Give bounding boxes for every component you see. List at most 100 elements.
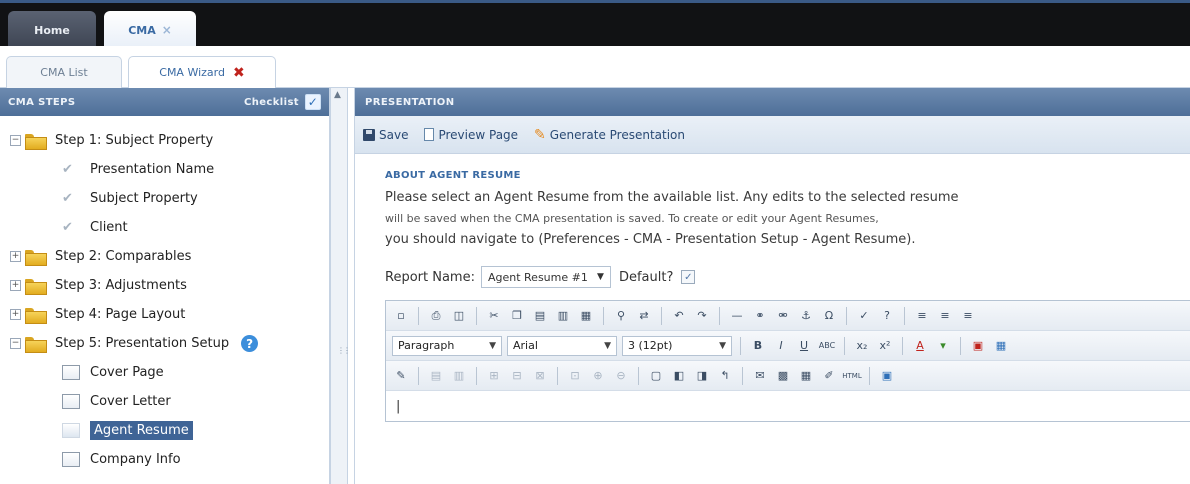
magic-wand-icon: ✎ <box>534 126 546 143</box>
insert-row-icon[interactable]: ⊞ <box>485 367 503 385</box>
collapse-icon[interactable]: − <box>10 338 21 349</box>
strikethrough-icon[interactable]: ABC <box>818 337 836 355</box>
split-cells-icon[interactable]: ⊡ <box>566 367 584 385</box>
font-size-value: 3 (12pt) <box>628 339 673 352</box>
toolbar-separator <box>844 336 845 355</box>
tree-label: Subject Property <box>90 191 198 206</box>
tab-cma-wizard[interactable]: CMA Wizard ✖ <box>128 56 276 88</box>
bold-icon[interactable]: B <box>749 337 767 355</box>
cut-icon[interactable]: ✂ <box>485 307 503 325</box>
save-button[interactable]: Save <box>363 128 408 142</box>
html-source-icon[interactable]: HTML <box>842 367 861 385</box>
date-icon[interactable]: ▦ <box>797 367 815 385</box>
report-name-label: Report Name: <box>385 269 475 285</box>
tab-cma-label: CMA <box>128 23 156 37</box>
help-icon[interactable]: ? <box>241 335 259 352</box>
tree-company-info[interactable]: Company Info <box>0 445 329 474</box>
fullscreen-icon[interactable]: ▣ <box>878 367 896 385</box>
tree-client[interactable]: ✔ Client <box>0 213 329 242</box>
edit-icon[interactable]: ✎ <box>392 367 410 385</box>
anchor-icon[interactable]: ⚓ <box>797 307 815 325</box>
left-panel-scrollbar[interactable]: ▲ ⋮⋮ <box>330 88 351 484</box>
expand-icon[interactable]: + <box>10 251 21 262</box>
horizontal-rule-icon[interactable]: — <box>728 307 746 325</box>
checklist-button[interactable]: Checklist ✓ <box>244 94 321 110</box>
italic-icon[interactable]: I <box>772 337 790 355</box>
default-label: Default? <box>618 269 674 285</box>
replace-icon[interactable]: ⇄ <box>635 307 653 325</box>
unlink-icon[interactable]: ⚮ <box>774 307 792 325</box>
media-icon[interactable]: ▩ <box>774 367 792 385</box>
tree-label: Step 4: Page Layout <box>55 307 186 322</box>
preview-icon[interactable]: ◫ <box>450 307 468 325</box>
default-checkbox[interactable]: ✓ <box>681 270 696 284</box>
splitter-grip-icon[interactable]: ⋮⋮ <box>337 346 351 355</box>
expand-icon[interactable]: + <box>10 280 21 291</box>
tree-presentation-name[interactable]: ✔ Presentation Name <box>0 155 329 184</box>
template-icon[interactable]: ✉ <box>751 367 769 385</box>
table-icon[interactable]: ▦ <box>992 337 1010 355</box>
scroll-up-icon[interactable]: ▲ <box>334 90 341 100</box>
align-left-icon[interactable]: ≡ <box>913 307 931 325</box>
preview-page-button[interactable]: Preview Page <box>424 128 518 142</box>
close-tab-icon[interactable]: × <box>162 23 172 37</box>
editor-body[interactable]: | <box>386 391 1190 421</box>
tree-step-2[interactable]: + Step 2: Comparables <box>0 242 329 271</box>
highlight-color-icon[interactable]: ▾ <box>934 337 952 355</box>
generate-presentation-button[interactable]: ✎ Generate Presentation <box>534 127 685 143</box>
style-icon[interactable]: ◨ <box>693 367 711 385</box>
print-icon[interactable]: ⎙ <box>427 307 445 325</box>
absolute-icon[interactable]: ◧ <box>670 367 688 385</box>
spellcheck-icon[interactable]: ✓ <box>855 307 873 325</box>
find-icon[interactable]: ⚲ <box>612 307 630 325</box>
tree-step-5[interactable]: − Step 5: Presentation Setup ? <box>0 329 329 358</box>
paste-text-icon[interactable]: ▥ <box>554 307 572 325</box>
undo-icon[interactable]: ↶ <box>670 307 688 325</box>
editor-toolbar-row-1: ▫ ⎙ ◫ ✂ ❐ ▤ ▥ ▦ ⚲ ⇄ ↶ ↷ — ⚭ ⚮ ⚓ Ω ✓ ? ≡ … <box>386 301 1190 331</box>
format-select[interactable]: Paragraph ▼ <box>392 335 502 356</box>
cleanup-icon[interactable]: ✐ <box>820 367 838 385</box>
report-name-select[interactable]: Agent Resume #1 ▼ <box>480 266 611 288</box>
merge-cells-icon[interactable]: ⊠ <box>531 367 549 385</box>
expand-icon[interactable]: + <box>10 309 21 320</box>
link-icon[interactable]: ⚭ <box>751 307 769 325</box>
tab-cma-list[interactable]: CMA List <box>6 56 122 88</box>
tree-cover-page[interactable]: Cover Page <box>0 358 329 387</box>
text-color-icon[interactable]: A <box>911 337 929 355</box>
superscript-icon[interactable]: x² <box>876 337 894 355</box>
table-row-icon[interactable]: ▤ <box>427 367 445 385</box>
tree-step-1[interactable]: − Step 1: Subject Property <box>0 126 329 155</box>
image-icon[interactable]: ▣ <box>969 337 987 355</box>
tree-agent-resume[interactable]: Agent Resume <box>0 416 329 445</box>
special-char-icon[interactable]: Ω <box>820 307 838 325</box>
close-wizard-icon[interactable]: ✖ <box>233 65 245 81</box>
tab-home[interactable]: Home <box>8 11 96 49</box>
table-col-icon[interactable]: ▥ <box>450 367 468 385</box>
tree-subject-property[interactable]: ✔ Subject Property <box>0 184 329 213</box>
align-right-icon[interactable]: ≡ <box>959 307 977 325</box>
tree-step-3[interactable]: + Step 3: Adjustments <box>0 271 329 300</box>
new-document-icon[interactable]: ▫ <box>392 307 410 325</box>
save-label: Save <box>379 127 409 142</box>
font-select[interactable]: Arial ▼ <box>507 335 617 356</box>
cma-steps-header: CMA STEPS Checklist ✓ <box>0 88 329 116</box>
tree-cover-letter[interactable]: Cover Letter <box>0 387 329 416</box>
delete-row-icon[interactable]: ⊟ <box>508 367 526 385</box>
tab-cma[interactable]: CMA × <box>104 11 196 49</box>
underline-icon[interactable]: U <box>795 337 813 355</box>
subscript-icon[interactable]: x₂ <box>853 337 871 355</box>
font-size-select[interactable]: 3 (12pt) ▼ <box>622 335 732 356</box>
copy-icon[interactable]: ❐ <box>508 307 526 325</box>
help-icon[interactable]: ? <box>878 307 896 325</box>
row-props-icon[interactable]: ⊖ <box>612 367 630 385</box>
paste-icon[interactable]: ▤ <box>531 307 549 325</box>
tree-step-4[interactable]: + Step 4: Page Layout <box>0 300 329 329</box>
layer-icon[interactable]: ▢ <box>647 367 665 385</box>
presentation-panel: PRESENTATION Save Preview Page ✎ Generat… <box>354 88 1190 484</box>
cell-props-icon[interactable]: ⊕ <box>589 367 607 385</box>
attribs-icon[interactable]: ↰ <box>716 367 734 385</box>
collapse-icon[interactable]: − <box>10 135 21 146</box>
paste-word-icon[interactable]: ▦ <box>577 307 595 325</box>
redo-icon[interactable]: ↷ <box>693 307 711 325</box>
align-center-icon[interactable]: ≡ <box>936 307 954 325</box>
